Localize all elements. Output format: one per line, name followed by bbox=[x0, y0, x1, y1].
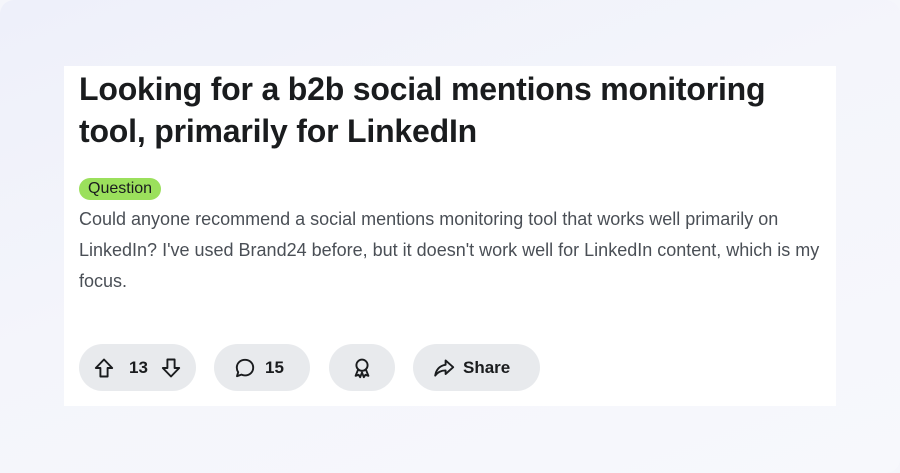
vote-count: 13 bbox=[129, 357, 148, 377]
comments-button[interactable]: 15 bbox=[214, 344, 310, 391]
share-arrow-icon bbox=[433, 357, 455, 379]
page-background: Looking for a b2b social mentions monito… bbox=[0, 0, 900, 473]
comment-bubble-icon bbox=[234, 357, 256, 379]
comment-count: 15 bbox=[265, 357, 284, 377]
post-card[interactable]: Looking for a b2b social mentions monito… bbox=[64, 66, 836, 406]
share-label: Share bbox=[463, 357, 511, 377]
post-flair-badge[interactable]: Question bbox=[79, 178, 162, 200]
vote-control: 13 bbox=[79, 344, 196, 391]
share-button[interactable]: Share bbox=[413, 344, 540, 391]
post-body: Could anyone recommend a social mentions… bbox=[79, 209, 820, 291]
post-title[interactable]: Looking for a b2b social mentions monito… bbox=[79, 68, 829, 152]
downvote-arrow-icon[interactable] bbox=[158, 355, 184, 381]
upvote-arrow-icon[interactable] bbox=[91, 355, 117, 381]
award-icon bbox=[351, 357, 373, 379]
award-button[interactable] bbox=[329, 344, 395, 391]
